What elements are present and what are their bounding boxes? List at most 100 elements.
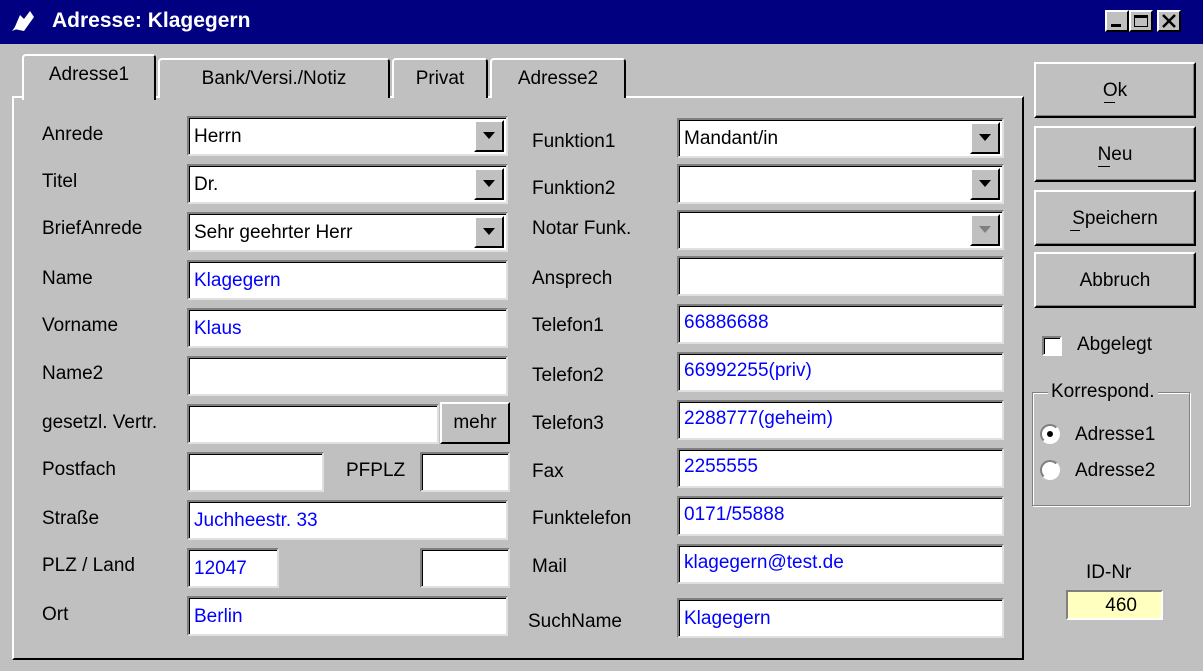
adresse1-option-label: Adresse1 bbox=[1075, 424, 1156, 445]
ort-label: Ort bbox=[42, 604, 69, 625]
briefanrede-label: BriefAnrede bbox=[42, 218, 143, 239]
title-bar: Adresse: Klagegern bbox=[0, 0, 1203, 44]
mehr-label: mehr bbox=[453, 412, 497, 433]
maximize-icon bbox=[1134, 15, 1148, 27]
titel-label: Titel bbox=[42, 171, 78, 192]
titel-select[interactable]: Dr. bbox=[187, 164, 508, 204]
app-icon bbox=[12, 11, 34, 31]
chevron-down-icon[interactable] bbox=[474, 168, 504, 200]
close-button[interactable] bbox=[1157, 10, 1181, 32]
tab-bank-versi-notiz[interactable]: Bank/Versi./Notiz bbox=[158, 58, 390, 98]
mehr-button[interactable]: mehr bbox=[440, 402, 510, 444]
chevron-down-icon[interactable] bbox=[474, 120, 504, 152]
ort-input[interactable]: Berlin bbox=[187, 596, 508, 636]
vorname-input[interactable]: Klaus bbox=[187, 308, 508, 348]
radio-adresse1[interactable]: Adresse1 bbox=[1040, 420, 1180, 448]
neu-mnemonic-underline bbox=[1098, 166, 1110, 167]
tab-label: Adresse1 bbox=[48, 64, 130, 85]
radio-adresse2[interactable]: Adresse2 bbox=[1040, 456, 1180, 484]
maximize-button[interactable] bbox=[1129, 10, 1153, 32]
suchname-label: SuchName bbox=[528, 611, 622, 632]
plz-land-label: PLZ / Land bbox=[42, 555, 135, 576]
tab-label: Privat bbox=[415, 68, 465, 89]
fax-label: Fax bbox=[532, 461, 564, 482]
abbruch-label: Abbruch bbox=[1079, 270, 1151, 291]
funktelefon-input[interactable]: 0171/55888 bbox=[677, 496, 1004, 536]
window-title: Adresse: Klagegern bbox=[52, 9, 251, 32]
mail-label: Mail bbox=[532, 556, 567, 577]
korrespond-legend: Korrespond. bbox=[1048, 381, 1158, 403]
strasse-input[interactable]: Juchheestr. 33 bbox=[187, 500, 508, 540]
ansprech-input[interactable] bbox=[677, 256, 1004, 296]
tab-adresse2[interactable]: Adresse2 bbox=[490, 58, 626, 98]
briefanrede-value: Sehr geehrter Herr bbox=[194, 222, 353, 243]
speichern-mnemonic-underline bbox=[1070, 230, 1080, 231]
anrede-select[interactable]: Herrn bbox=[187, 116, 508, 156]
gesetzl-vertr-label: gesetzl. Vertr. bbox=[42, 412, 158, 433]
postfach-input[interactable] bbox=[187, 452, 324, 492]
name-input[interactable]: Klagegern bbox=[187, 260, 508, 300]
funktion1-select[interactable]: Mandant/in bbox=[677, 118, 1004, 158]
funktion1-value: Mandant/in bbox=[684, 128, 779, 149]
gesetzl-vertr-input[interactable] bbox=[187, 404, 439, 444]
name-label: Name bbox=[42, 268, 93, 289]
mail-input[interactable]: klagegern@test.de bbox=[677, 544, 1004, 584]
funktion2-label: Funktion2 bbox=[532, 178, 616, 199]
telefon1-label: Telefon1 bbox=[532, 315, 604, 336]
land-input[interactable] bbox=[420, 548, 510, 588]
minimize-button[interactable] bbox=[1105, 10, 1129, 32]
telefon3-input[interactable]: 2288777(geheim) bbox=[677, 400, 1004, 440]
abbruch-button[interactable]: Abbruch bbox=[1034, 252, 1196, 308]
chevron-down-icon bbox=[970, 214, 1000, 246]
strasse-label: Straße bbox=[42, 508, 100, 529]
fax-input[interactable]: 2255555 bbox=[677, 448, 1004, 488]
close-icon bbox=[1162, 14, 1176, 28]
speichern-button[interactable]: Speichern bbox=[1034, 190, 1196, 246]
telefon3-label: Telefon3 bbox=[532, 413, 604, 434]
speichern-label: Speichern bbox=[1072, 208, 1158, 229]
radio-circle[interactable] bbox=[1040, 460, 1060, 480]
pfplz-input[interactable] bbox=[420, 452, 510, 492]
tab-adresse1[interactable]: Adresse1 bbox=[22, 54, 156, 100]
name2-input[interactable] bbox=[187, 356, 508, 396]
abgelegt-checkbox[interactable]: Abgelegt bbox=[1042, 334, 1190, 362]
telefon2-input[interactable]: 66992255(priv) bbox=[677, 352, 1004, 392]
ok-label: Ok bbox=[1102, 80, 1128, 101]
vorname-label: Vorname bbox=[42, 315, 119, 336]
korrespond-group bbox=[1032, 392, 1190, 506]
anrede-label: Anrede bbox=[42, 124, 104, 145]
titel-value: Dr. bbox=[194, 174, 219, 195]
anrede-value: Herrn bbox=[194, 126, 242, 147]
chevron-down-icon[interactable] bbox=[970, 168, 1000, 200]
briefanrede-select[interactable]: Sehr geehrter Herr bbox=[187, 212, 508, 252]
chevron-down-icon[interactable] bbox=[474, 216, 504, 248]
telefon1-input[interactable]: 66886688 bbox=[677, 304, 1004, 344]
chevron-down-icon[interactable] bbox=[970, 122, 1000, 154]
minimize-icon bbox=[1111, 24, 1121, 27]
funktion1-label: Funktion1 bbox=[532, 131, 616, 152]
notar-funk-select[interactable] bbox=[677, 210, 1004, 250]
adresse2-option-label: Adresse2 bbox=[1075, 460, 1156, 481]
tab-label: Adresse2 bbox=[517, 68, 599, 89]
telefon2-label: Telefon2 bbox=[532, 365, 604, 386]
funktelefon-label: Funktelefon bbox=[532, 508, 632, 529]
pfplz-label: PFPLZ bbox=[346, 460, 406, 481]
plz-input[interactable]: 12047 bbox=[187, 548, 279, 588]
ok-button[interactable]: Ok bbox=[1034, 62, 1196, 118]
name2-label: Name2 bbox=[42, 363, 104, 384]
checkbox-box[interactable] bbox=[1042, 336, 1062, 356]
neu-button[interactable]: Neu bbox=[1034, 126, 1196, 182]
tab-label: Bank/Versi./Notiz bbox=[201, 68, 347, 89]
postfach-label: Postfach bbox=[42, 459, 116, 480]
notar-funk-label: Notar Funk. bbox=[532, 218, 632, 239]
suchname-input[interactable]: Klagegern bbox=[677, 598, 1004, 638]
radio-circle[interactable] bbox=[1040, 424, 1060, 444]
radio-dot bbox=[1047, 431, 1053, 437]
ansprech-label: Ansprech bbox=[532, 268, 613, 289]
tab-privat[interactable]: Privat bbox=[392, 58, 488, 98]
funktion2-select[interactable] bbox=[677, 164, 1004, 204]
neu-label: Neu bbox=[1097, 144, 1133, 165]
abgelegt-label: Abgelegt bbox=[1077, 334, 1153, 355]
id-nr-value: 460 bbox=[1066, 590, 1163, 620]
ok-mnemonic-underline bbox=[1104, 102, 1115, 103]
